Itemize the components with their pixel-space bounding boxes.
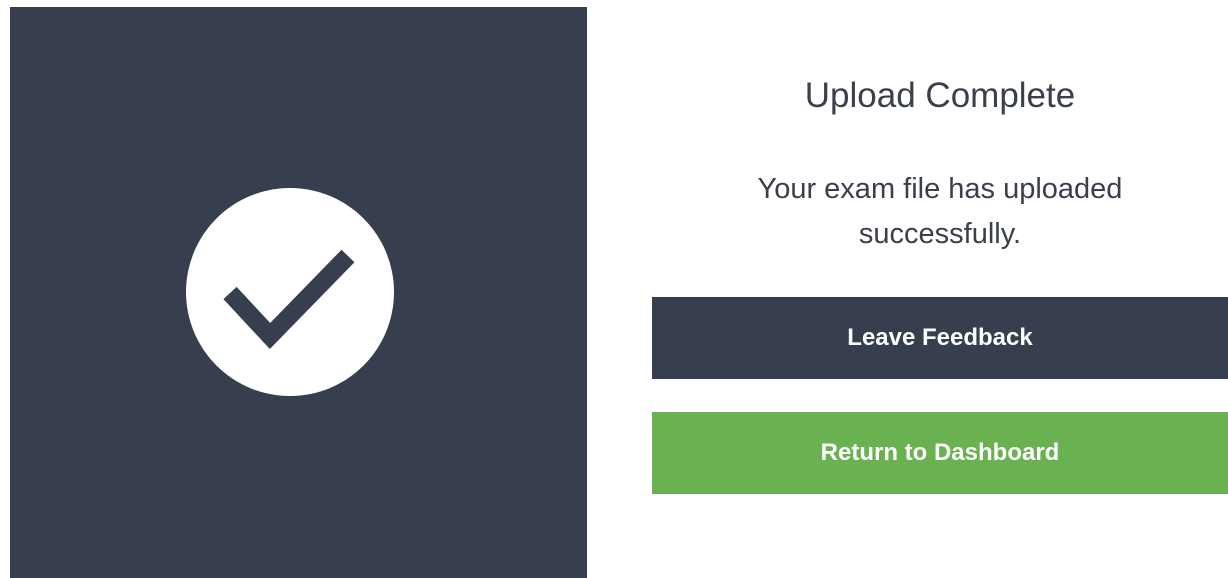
status-message: Your exam file has uploaded successfully… (652, 167, 1228, 257)
success-badge (186, 188, 394, 396)
check-icon (223, 249, 355, 350)
confirmation-panel: Upload Complete Your exam file has uploa… (652, 0, 1228, 578)
status-message-line-1: Your exam file has uploaded (757, 173, 1123, 205)
return-to-dashboard-button[interactable]: Return to Dashboard (652, 412, 1228, 494)
leave-feedback-button[interactable]: Leave Feedback (652, 297, 1228, 379)
status-message-line-2: successfully. (858, 218, 1022, 250)
status-panel (10, 7, 587, 578)
page-title: Upload Complete (804, 76, 1076, 115)
